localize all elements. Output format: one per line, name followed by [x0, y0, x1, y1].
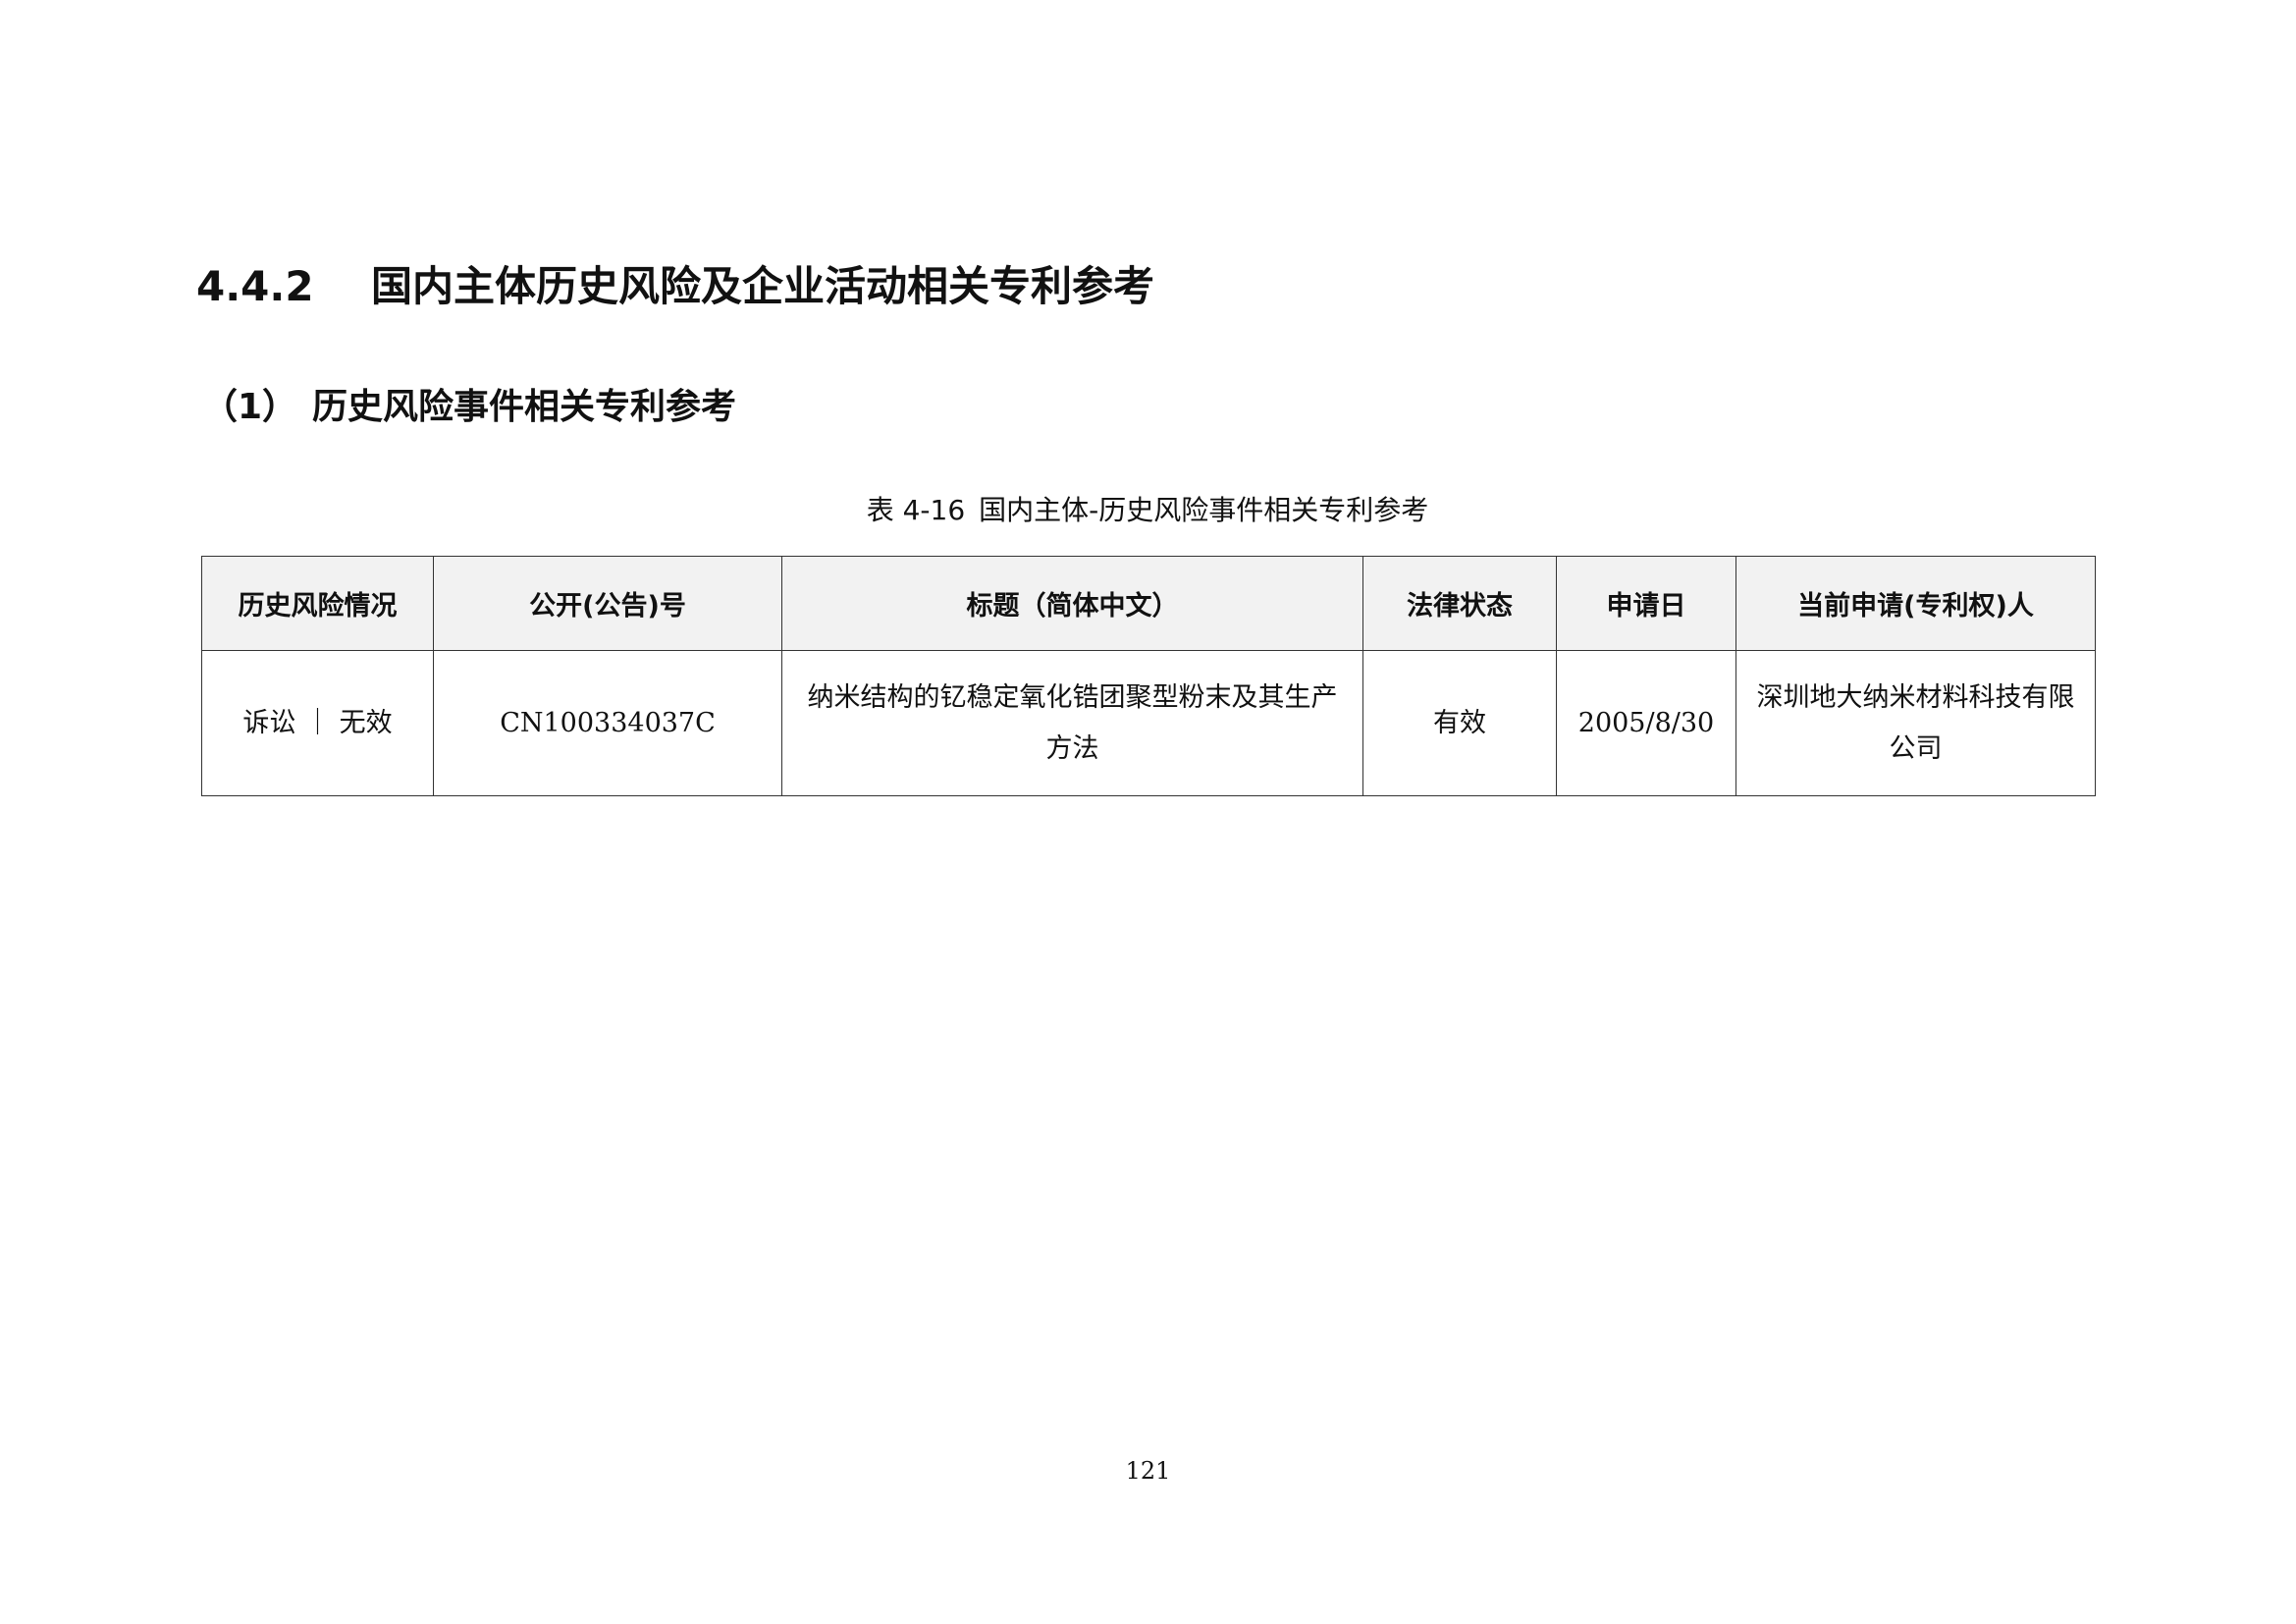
cell-publication-number: CN100334037C	[433, 650, 782, 796]
header-publication-number: 公开(公告)号	[433, 556, 782, 651]
table-caption: 表 4-16 国内主体-历史风险事件相关专利参考	[134, 491, 2161, 530]
table-row: 诉讼 ｜ 无效 CN100334037C 纳米结构的钇稳定氧化锆团聚型粉末及其生…	[201, 650, 2096, 796]
section-heading: 4.4.2 国内主体历史风险及企业活动相关专利参考	[196, 257, 1154, 316]
header-current-applicant: 当前申请(专利权)人	[1735, 556, 2096, 651]
header-legal-status: 法律状态	[1362, 556, 1557, 651]
header-application-date: 申请日	[1556, 556, 1736, 651]
subsection-title: 历史风险事件相关专利参考	[312, 387, 737, 427]
table-caption-label: 表 4-16	[866, 494, 966, 526]
header-risk-status: 历史风险情况	[201, 556, 434, 651]
cell-risk-status: 诉讼 ｜ 无效	[201, 650, 434, 796]
cell-application-date: 2005/8/30	[1556, 650, 1736, 796]
header-title: 标题（简体中文）	[781, 556, 1363, 651]
table-caption-title: 国内主体-历史风险事件相关专利参考	[979, 494, 1429, 526]
cell-title: 纳米结构的钇稳定氧化锆团聚型粉末及其生产方法	[781, 650, 1363, 796]
cell-current-applicant: 深圳地大纳米材料科技有限公司	[1735, 650, 2096, 796]
cell-legal-status: 有效	[1362, 650, 1557, 796]
table-header-row: 历史风险情况 公开(公告)号 标题（简体中文） 法律状态 申请日 当前申请(专利…	[201, 556, 2096, 651]
subsection-number: （1）	[202, 387, 298, 427]
subsection-heading: （1） 历史风险事件相关专利参考	[202, 383, 736, 432]
page-number: 121	[1125, 1457, 1171, 1485]
patent-table: 历史风险情况 公开(公告)号 标题（简体中文） 法律状态 申请日 当前申请(专利…	[201, 556, 2096, 796]
section-title: 国内主体历史风险及企业活动相关专利参考	[371, 262, 1155, 310]
section-number: 4.4.2	[196, 262, 314, 310]
